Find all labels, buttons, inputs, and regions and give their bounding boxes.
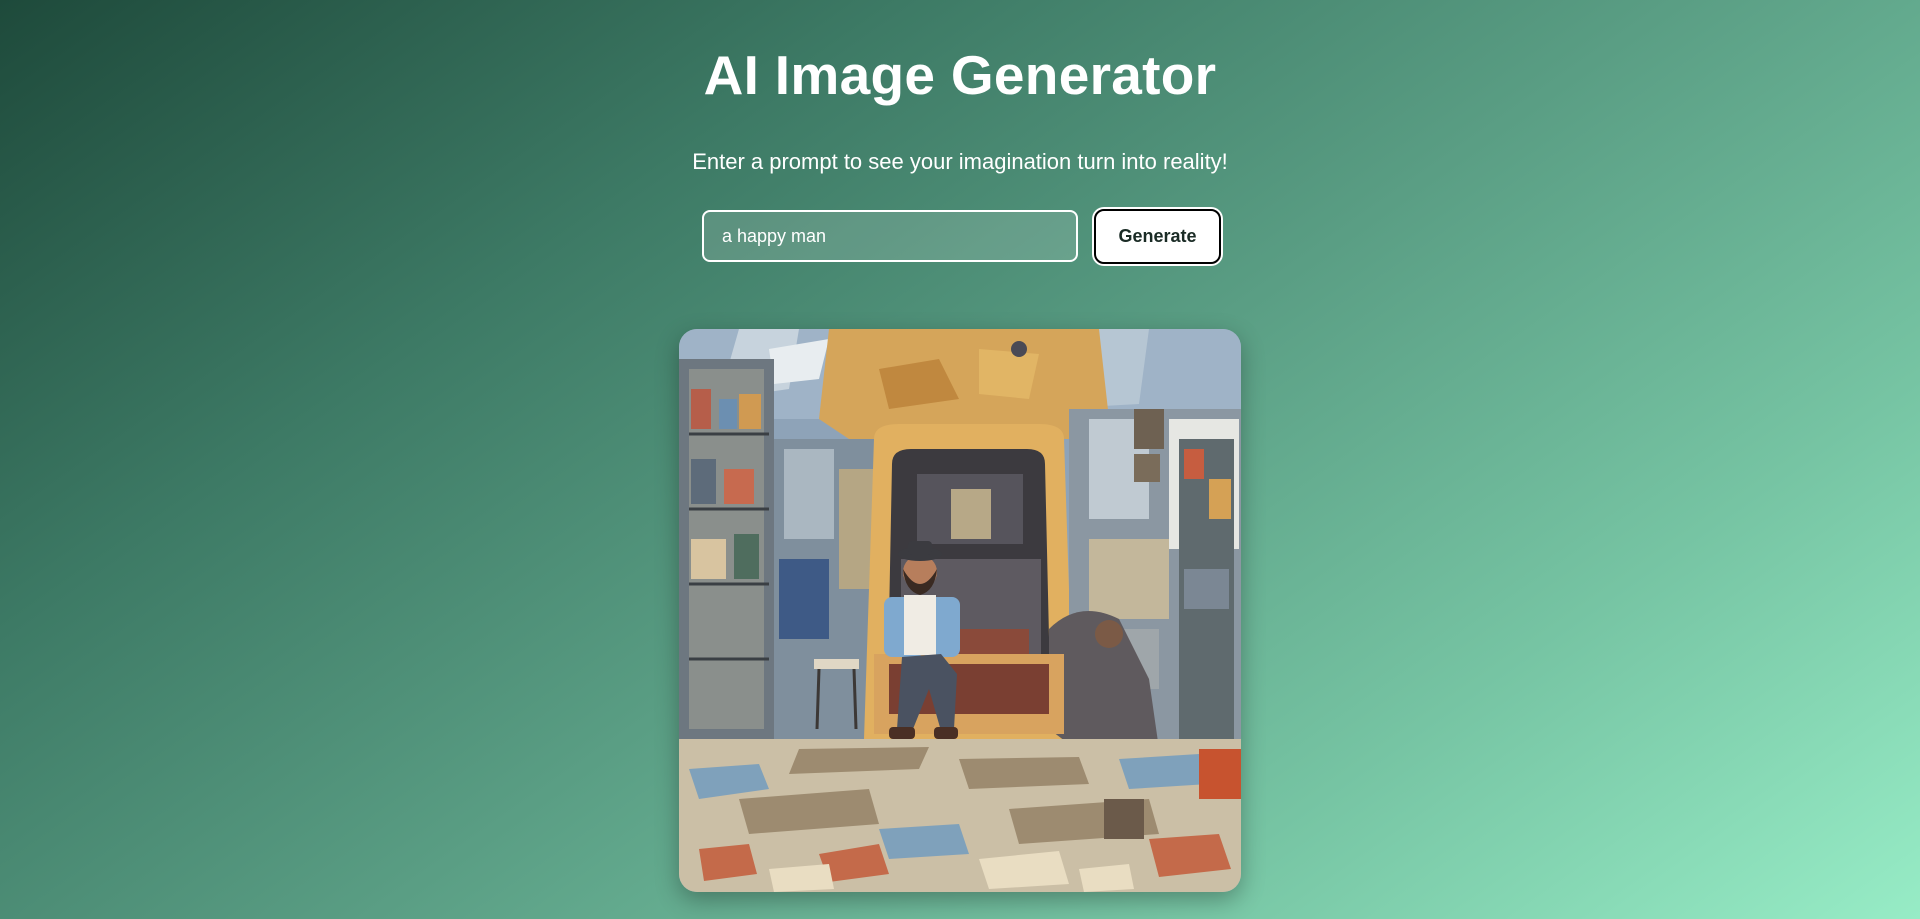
page-title: AI Image Generator — [703, 44, 1217, 106]
app-container: AI Image Generator Enter a prompt to see… — [0, 0, 1920, 919]
generated-image — [679, 329, 1241, 892]
page-subtitle: Enter a prompt to see your imagination t… — [692, 149, 1228, 174]
prompt-input[interactable] — [702, 210, 1078, 262]
prompt-form: Generate — [702, 208, 1221, 264]
generate-button[interactable]: Generate — [1094, 208, 1221, 264]
